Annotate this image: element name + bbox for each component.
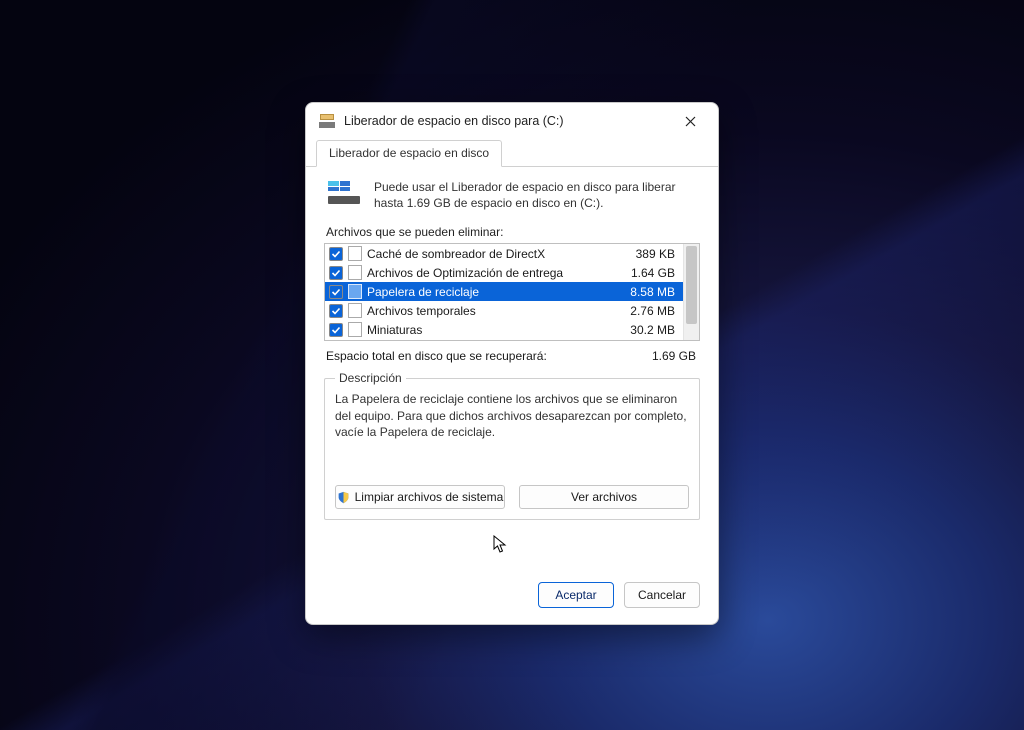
- total-value: 1.69 GB: [652, 349, 696, 363]
- clean-system-files-button[interactable]: Limpiar archivos de sistema: [335, 485, 505, 509]
- list-item-label: Papelera de reciclaje: [367, 285, 608, 299]
- ok-button[interactable]: Aceptar: [538, 582, 614, 608]
- tab-strip: Liberador de espacio en disco: [306, 139, 718, 167]
- window-title: Liberador de espacio en disco para (C:): [344, 114, 668, 128]
- description-group: Descripción La Papelera de reciclaje con…: [324, 371, 700, 520]
- list-item-label: Archivos de Optimización de entrega: [367, 266, 608, 280]
- description-legend: Descripción: [335, 371, 406, 385]
- list-item[interactable]: Miniaturas 30.2 MB: [325, 320, 683, 339]
- list-item[interactable]: Caché de sombreador de DirectX 389 KB: [325, 244, 683, 263]
- disk-cleanup-icon: [318, 112, 336, 130]
- list-header: Archivos que se pueden eliminar:: [326, 225, 698, 239]
- checkbox[interactable]: [329, 266, 343, 280]
- file-category-list[interactable]: Caché de sombreador de DirectX 389 KB Arch…: [324, 243, 700, 341]
- list-item-size: 30.2 MB: [613, 323, 677, 337]
- checkbox[interactable]: [329, 285, 343, 299]
- file-icon: [348, 303, 362, 318]
- checkbox[interactable]: [329, 304, 343, 318]
- description-text: La Papelera de reciclaje contiene los ar…: [335, 391, 689, 445]
- total-label: Espacio total en disco que se recuperará…: [326, 349, 547, 363]
- info-text: Puede usar el Liberador de espacio en di…: [374, 179, 696, 211]
- file-icon: [348, 322, 362, 337]
- list-item-label: Archivos temporales: [367, 304, 608, 318]
- close-icon: [685, 116, 696, 127]
- cancel-button[interactable]: Cancelar: [624, 582, 700, 608]
- list-item[interactable]: Archivos temporales 2.76 MB: [325, 301, 683, 320]
- list-item-size: 8.58 MB: [613, 285, 677, 299]
- drive-icon: [328, 179, 362, 204]
- list-item-size: 1.64 GB: [613, 266, 677, 280]
- shield-icon: [337, 491, 350, 504]
- tab-disk-cleanup[interactable]: Liberador de espacio en disco: [316, 140, 502, 167]
- titlebar[interactable]: Liberador de espacio en disco para (C:): [306, 103, 718, 139]
- view-files-label: Ver archivos: [571, 490, 637, 504]
- scrollbar-thumb[interactable]: [686, 246, 697, 324]
- scrollbar[interactable]: [683, 244, 699, 340]
- disk-cleanup-dialog: Liberador de espacio en disco para (C:) …: [305, 102, 719, 625]
- file-icon: [348, 265, 362, 280]
- checkbox[interactable]: [329, 247, 343, 261]
- clean-system-files-label: Limpiar archivos de sistema: [355, 490, 504, 504]
- list-item[interactable]: Archivos de Optimización de entrega 1.64 …: [325, 263, 683, 282]
- view-files-button[interactable]: Ver archivos: [519, 485, 689, 509]
- list-item-label: Miniaturas: [367, 323, 608, 337]
- file-icon: [348, 246, 362, 261]
- dialog-content: Puede usar el Liberador de espacio en di…: [306, 167, 718, 568]
- file-icon: [348, 284, 362, 299]
- close-button[interactable]: [668, 106, 712, 136]
- checkbox[interactable]: [329, 323, 343, 337]
- list-item-size: 2.76 MB: [613, 304, 677, 318]
- list-item-label: Caché de sombreador de DirectX: [367, 247, 608, 261]
- list-item[interactable]: Papelera de reciclaje 8.58 MB: [325, 282, 683, 301]
- list-item-size: 389 KB: [613, 247, 677, 261]
